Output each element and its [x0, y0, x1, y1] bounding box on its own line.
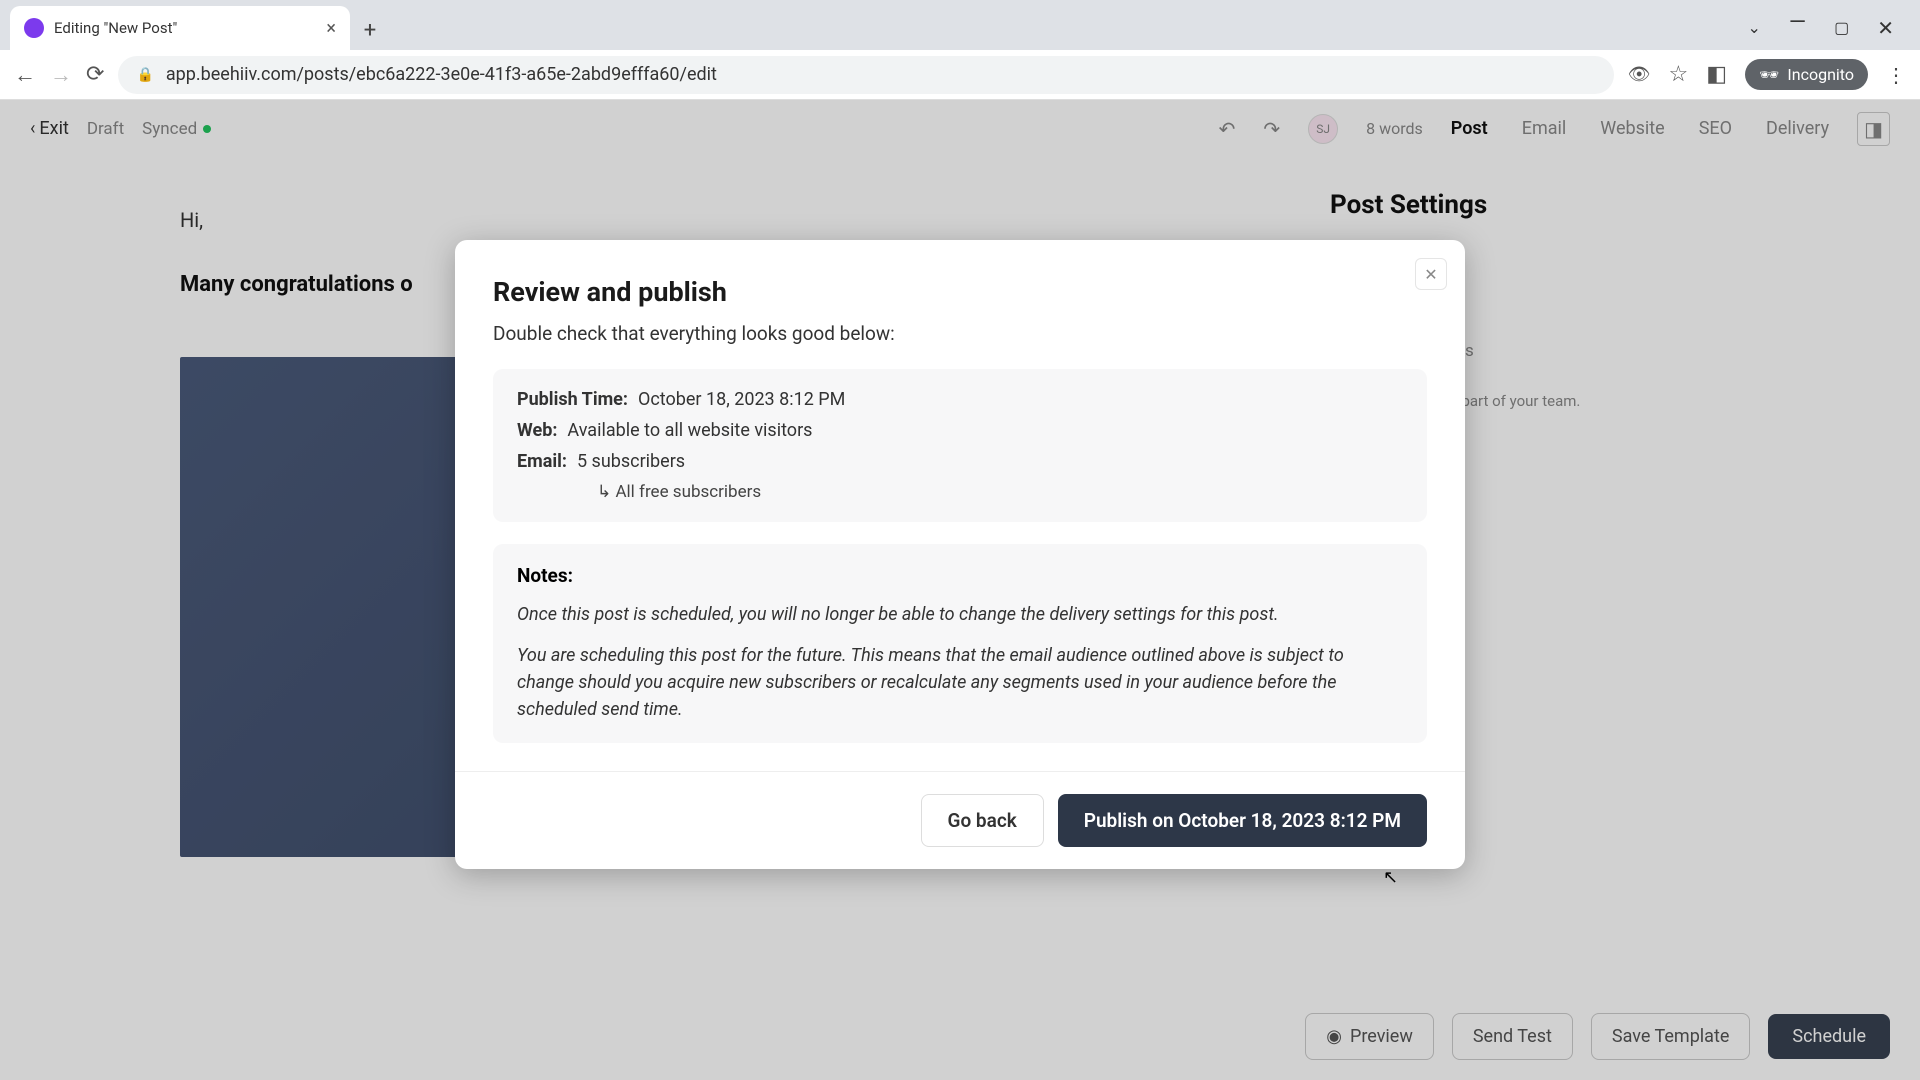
web-label: Web:	[517, 420, 557, 441]
close-window-icon[interactable]: ✕	[1877, 16, 1894, 40]
forward-icon[interactable]: →	[50, 62, 72, 88]
email-segment: ↳ All free subscribers	[597, 482, 1403, 502]
go-back-button[interactable]: Go back	[921, 794, 1044, 847]
web-value: Available to all website visitors	[567, 420, 812, 441]
lock-icon: 🔒	[136, 67, 153, 83]
email-label: Email:	[517, 451, 567, 472]
notes-title: Notes:	[517, 564, 1403, 587]
row-publish-time: Publish Time: October 18, 2023 8:12 PM	[517, 389, 1403, 410]
close-tab-icon[interactable]: ×	[326, 18, 336, 39]
back-icon[interactable]: ←	[14, 62, 36, 88]
tab-title: Editing "New Post"	[54, 19, 316, 37]
window-controls: ⌄ — ▢ ✕	[1748, 15, 1920, 50]
modal-subtitle: Double check that everything looks good …	[493, 322, 1427, 345]
publish-button[interactable]: Publish on October 18, 2023 8:12 PM	[1058, 794, 1427, 847]
incognito-label: Incognito	[1787, 65, 1854, 84]
note-1: Once this post is scheduled, you will no…	[517, 601, 1403, 628]
extensions-icon[interactable]: ◧	[1706, 62, 1727, 87]
reload-icon[interactable]: ⟳	[86, 62, 104, 87]
publish-time-value: October 18, 2023 8:12 PM	[638, 389, 845, 410]
chevron-down-icon[interactable]: ⌄	[1748, 18, 1761, 37]
maximize-icon[interactable]: ▢	[1834, 18, 1849, 37]
notes-box: Notes: Once this post is scheduled, you …	[493, 544, 1427, 743]
eye-off-icon[interactable]: 👁	[1628, 64, 1651, 85]
note-2: You are scheduling this post for the fut…	[517, 642, 1403, 723]
publish-time-label: Publish Time:	[517, 389, 628, 410]
modal-title: Review and publish	[493, 276, 1427, 308]
row-web: Web: Available to all website visitors	[517, 420, 1403, 441]
favicon	[24, 18, 44, 38]
row-email: Email: 5 subscribers	[517, 451, 1403, 472]
publish-summary-box: Publish Time: October 18, 2023 8:12 PM W…	[493, 369, 1427, 522]
review-publish-modal: ✕ Review and publish Double check that e…	[455, 240, 1465, 869]
new-tab-button[interactable]: +	[350, 10, 390, 50]
url-text: app.beehiiv.com/posts/ebc6a222-3e0e-41f3…	[166, 64, 717, 85]
minimize-icon[interactable]: —	[1789, 10, 1806, 35]
browser-tab[interactable]: Editing "New Post" ×	[10, 6, 350, 50]
modal-footer: Go back Publish on October 18, 2023 8:12…	[455, 771, 1465, 869]
close-modal-button[interactable]: ✕	[1415, 258, 1447, 290]
browser-toolbar: ← → ⟳ 🔒 app.beehiiv.com/posts/ebc6a222-3…	[0, 50, 1920, 100]
email-value: 5 subscribers	[577, 451, 685, 472]
browser-tab-strip: Editing "New Post" × + ⌄ — ▢ ✕	[0, 0, 1920, 50]
star-icon[interactable]: ☆	[1669, 62, 1689, 87]
kebab-menu-icon[interactable]: ⋮	[1886, 63, 1906, 87]
incognito-icon: 🕶	[1759, 65, 1779, 84]
address-bar[interactable]: 🔒 app.beehiiv.com/posts/ebc6a222-3e0e-41…	[118, 56, 1613, 94]
incognito-badge: 🕶 Incognito	[1745, 59, 1868, 90]
